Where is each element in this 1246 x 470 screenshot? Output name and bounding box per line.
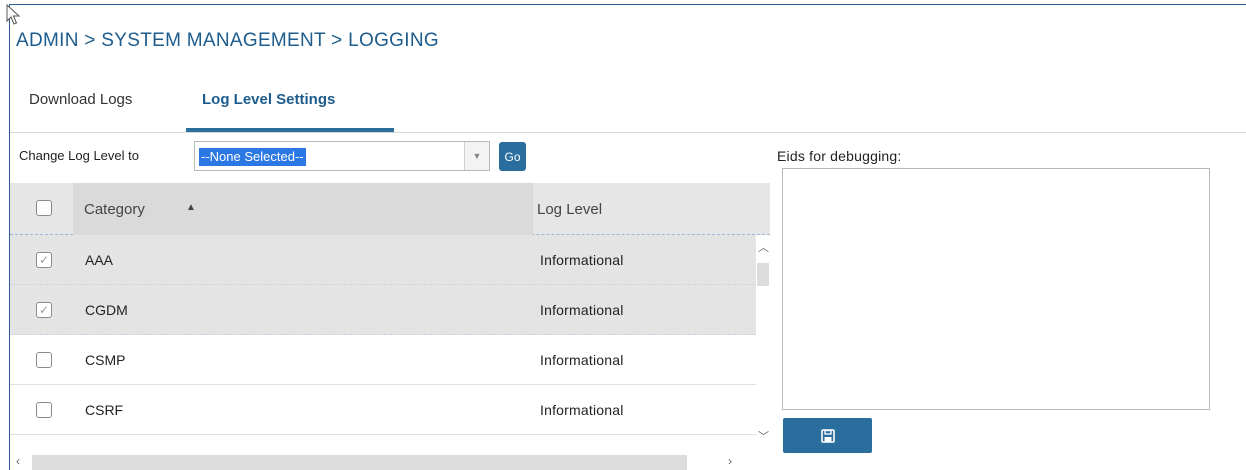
category-grid: Category ▲ Log Level ✓ AAA Informational… xyxy=(10,183,770,470)
mouse-cursor-icon xyxy=(6,4,21,25)
horizontal-scrollbar[interactable]: ‹ › xyxy=(10,453,756,470)
row-checkbox[interactable] xyxy=(36,352,52,368)
log-level-select[interactable]: --None Selected-- ▼ xyxy=(194,141,490,171)
go-button[interactable]: Go xyxy=(499,142,526,171)
scroll-right-icon[interactable]: › xyxy=(728,454,732,468)
chevron-down-icon[interactable]: ▼ xyxy=(464,142,489,170)
table-row[interactable]: ✓ AAA Informational xyxy=(10,235,756,285)
row-checkbox[interactable]: ✓ xyxy=(36,302,52,318)
row-checkbox[interactable] xyxy=(36,402,52,418)
category-cell: AAA xyxy=(85,252,114,268)
log-level-cell: Informational xyxy=(540,302,624,318)
vertical-scrollbar[interactable]: ︿ ﹀ xyxy=(756,235,770,453)
change-log-level-label: Change Log Level to xyxy=(19,148,139,163)
tab-download-logs[interactable]: Download Logs xyxy=(29,88,132,136)
log-level-column-label[interactable]: Log Level xyxy=(537,201,602,218)
table-row[interactable]: CSMP Informational xyxy=(10,335,756,385)
grid-header: Category ▲ Log Level xyxy=(10,183,770,235)
log-level-cell: Informational xyxy=(540,402,624,418)
log-level-select-value: --None Selected-- xyxy=(199,148,306,166)
category-column-label[interactable]: Category xyxy=(84,201,145,218)
sort-ascending-icon[interactable]: ▲ xyxy=(186,202,196,213)
eids-textarea[interactable] xyxy=(782,168,1210,410)
scroll-left-icon[interactable]: ‹ xyxy=(16,454,20,468)
vertical-scroll-thumb[interactable] xyxy=(757,263,769,286)
log-level-cell: Informational xyxy=(540,252,624,268)
select-all-checkbox[interactable] xyxy=(36,200,52,216)
eids-label: Eids for debugging: xyxy=(777,148,902,164)
table-row[interactable]: CSRF Informational xyxy=(10,385,756,435)
breadcrumb: ADMIN > SYSTEM MANAGEMENT > LOGGING xyxy=(16,30,439,51)
category-cell: CSRF xyxy=(85,402,124,418)
scroll-down-icon[interactable]: ﹀ xyxy=(758,428,769,444)
save-button[interactable] xyxy=(783,418,872,453)
category-cell: CGDM xyxy=(85,302,128,318)
horizontal-scroll-thumb[interactable] xyxy=(32,455,687,470)
table-row[interactable]: ✓ CGDM Informational xyxy=(10,285,756,335)
log-level-cell: Informational xyxy=(540,352,624,368)
save-icon xyxy=(820,428,835,443)
category-cell: CSMP xyxy=(85,352,126,368)
tabs-divider xyxy=(10,132,1246,133)
row-checkbox[interactable]: ✓ xyxy=(36,252,52,268)
scroll-up-icon[interactable]: ︿ xyxy=(758,239,769,255)
